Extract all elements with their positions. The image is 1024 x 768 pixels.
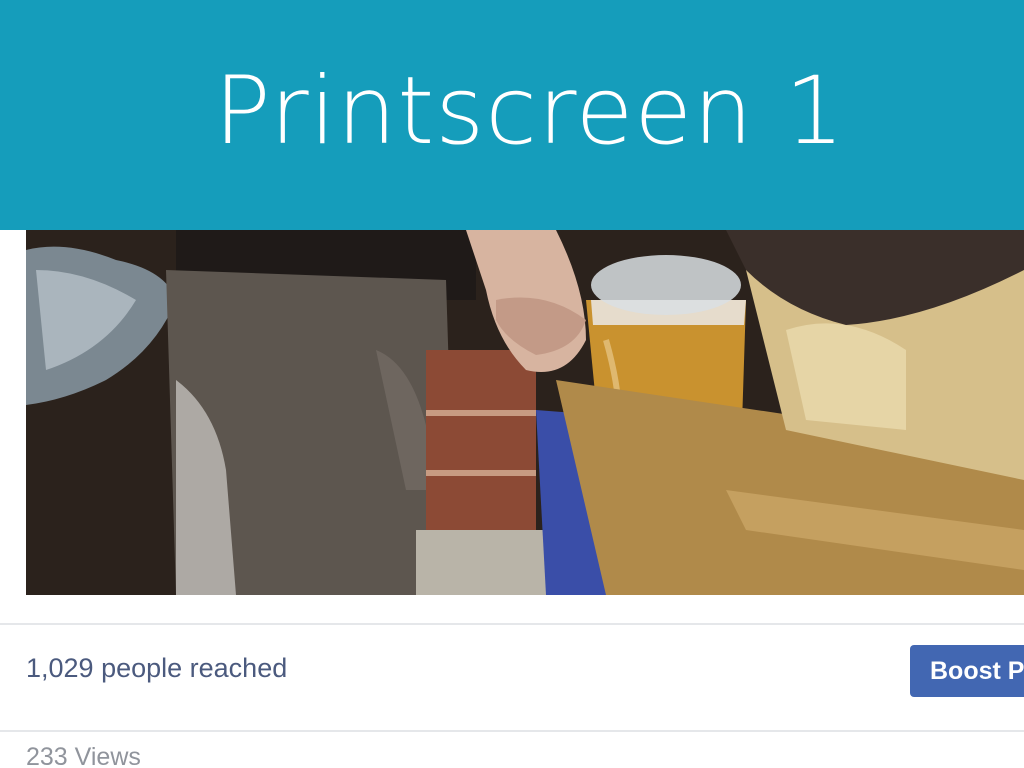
view-count: 233 Views [26, 743, 141, 768]
slide-title: Printscreen 1 [214, 57, 846, 166]
video-thumbnail[interactable] [26, 230, 1024, 595]
post-divider [0, 623, 1024, 625]
video-thumbnail-image [26, 230, 1024, 595]
stats-divider [0, 730, 1024, 732]
title-banner: Printscreen 1 [0, 0, 1024, 230]
slide: 1,029 people reached Boost P 233 Views P… [0, 0, 1024, 768]
boost-post-button[interactable]: Boost P [910, 645, 1024, 697]
reach-count[interactable]: 1,029 people reached [26, 652, 287, 684]
